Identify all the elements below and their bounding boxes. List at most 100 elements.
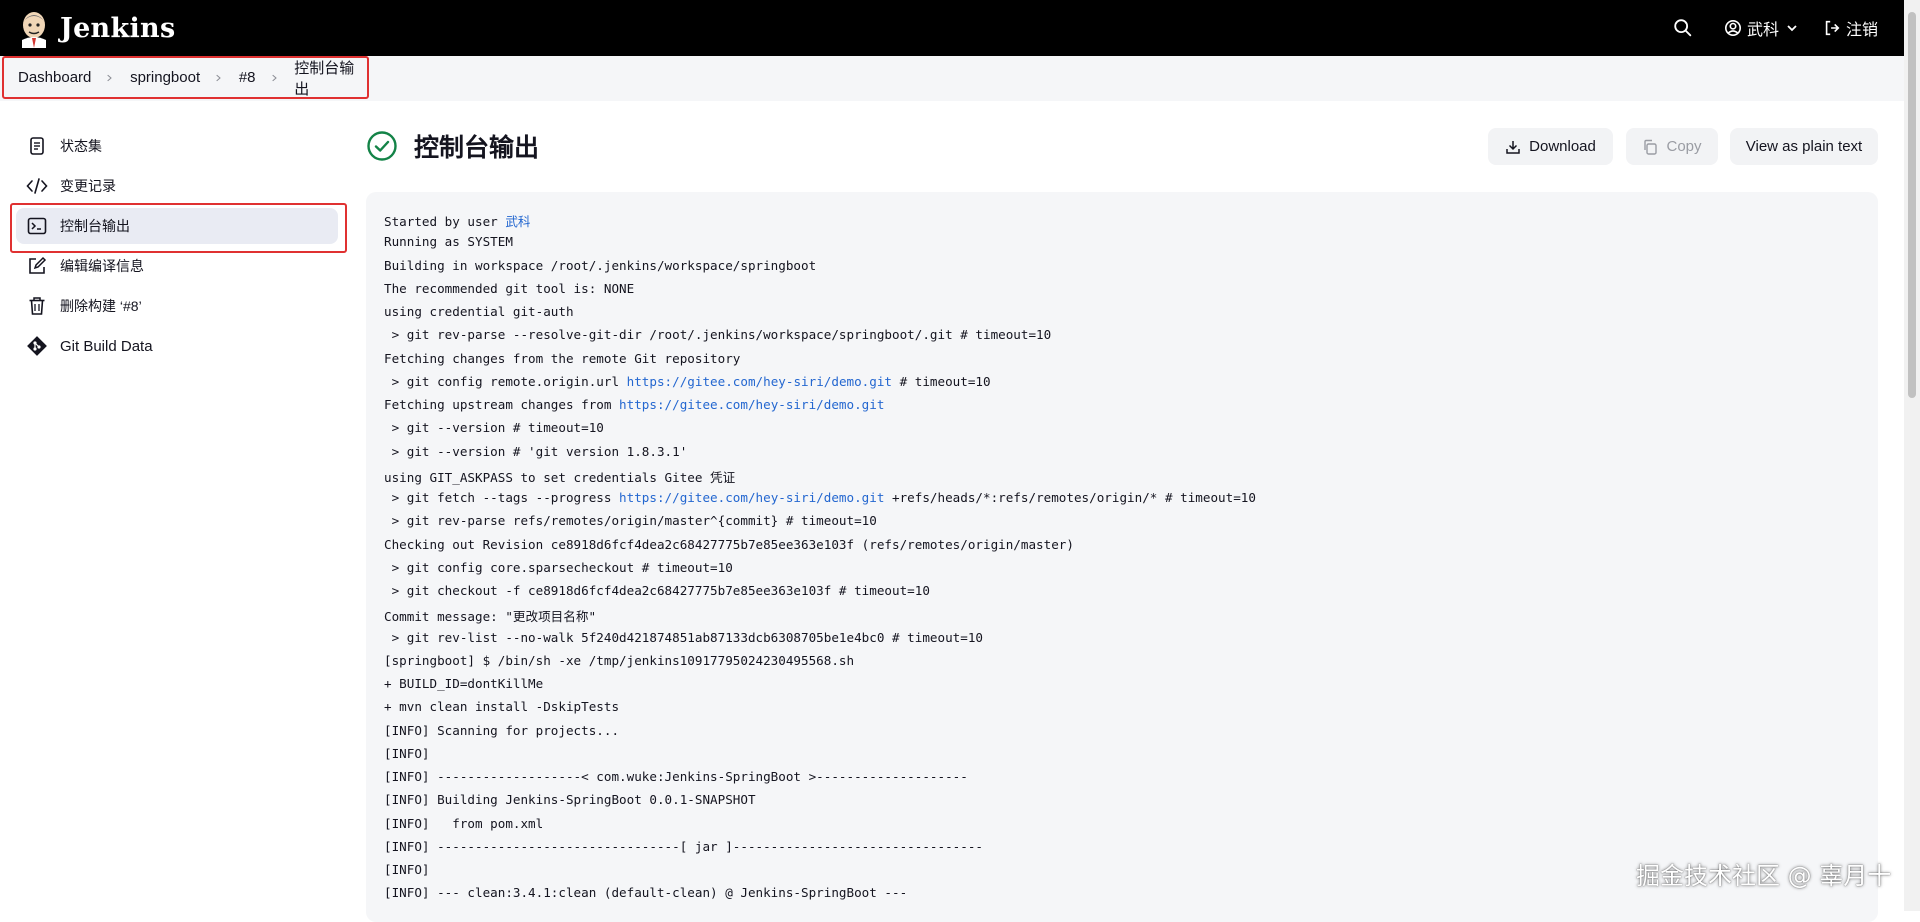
breadcrumb-bar: Dashboard springboot #8 控制台输出	[0, 56, 1904, 101]
copy-label: Copy	[1666, 138, 1702, 155]
console-text: + mvn clean install -DskipTests	[384, 699, 620, 715]
console-line: Checking out Revision ce8918d6fcf4dea2c6…	[384, 537, 1074, 552]
console-text: > git rev-parse --resolve-git-dir /root/…	[384, 327, 1052, 343]
download-icon	[1506, 140, 1520, 154]
console-link[interactable]: 武科	[505, 214, 530, 229]
user-icon	[1724, 19, 1741, 37]
edit-icon	[26, 255, 48, 277]
sidebar-item-delete-build[interactable]: 删除构建 ‘#8’	[16, 288, 338, 324]
logout-link[interactable]: 注销	[1823, 16, 1878, 40]
console-line: > git checkout -f ce8918d6fcf4dea2c68427…	[384, 583, 930, 598]
breadcrumb-build[interactable]: #8	[239, 69, 256, 86]
console-output-highlight	[10, 203, 347, 253]
console-text: [INFO]	[384, 862, 430, 877]
brand-name: Jenkins	[60, 12, 176, 44]
console-link[interactable]: https://gitee.com/hey-siri/demo.git	[627, 374, 892, 389]
console-text: [INFO] Building Jenkins-SpringBoot 0.0.1…	[384, 792, 756, 808]
download-label: Download	[1529, 138, 1596, 155]
page-title: 控制台输出	[414, 134, 540, 162]
trash-icon	[26, 295, 48, 317]
console-text: [springboot] $ /bin/sh -xe /tmp/jenkins1…	[384, 652, 855, 668]
console-text: The recommended git tool is: NONE	[384, 280, 635, 296]
top-header: Jenkins 武科 注销	[0, 0, 1904, 56]
console-line: using credential git-auth	[384, 304, 574, 319]
console-line: [INFO] -------------------< com.wuke:Jen…	[384, 769, 968, 784]
logout-label: 注销	[1845, 22, 1878, 39]
console-text: Commit message: "更改项目名称"	[384, 609, 597, 625]
console-text: Started by user	[384, 214, 506, 229]
console-text: using GIT_ASKPASS to set credentials Git…	[384, 469, 736, 485]
download-button[interactable]: Download	[1488, 128, 1613, 165]
sidebar-item-changes[interactable]: 变更记录	[16, 168, 338, 204]
breadcrumb-job[interactable]: springboot	[130, 69, 200, 86]
sidebar-item-label: 删除构建 ‘#8’	[60, 298, 142, 314]
sidebar-item-label: 状态集	[60, 138, 102, 154]
breadcrumb-current[interactable]: 控制台输出	[294, 57, 357, 99]
console-line: Commit message: "更改项目名称"	[384, 606, 596, 625]
console-line: [INFO] Building Jenkins-SpringBoot 0.0.1…	[384, 792, 756, 807]
console-text: [INFO] from pom.xml	[384, 815, 544, 831]
copy-icon	[1644, 139, 1658, 155]
brand-link[interactable]: Jenkins	[18, 8, 175, 48]
console-line: [INFO] --- clean:3.4.1:clean (default-cl…	[384, 885, 907, 900]
sidebar-item-label: Git Build Data	[60, 337, 153, 355]
console-line: Fetching upstream changes from https://g…	[384, 397, 884, 412]
chevron-right-icon	[271, 74, 277, 81]
logout-icon	[1825, 20, 1840, 36]
console-line: [INFO]	[384, 862, 430, 877]
chevron-right-icon	[107, 74, 113, 81]
console-line: > git config core.sparsecheckout # timeo…	[384, 560, 733, 575]
console-line: Fetching changes from the remote Git rep…	[384, 351, 740, 366]
console-text: [INFO] --- clean:3.4.1:clean (default-cl…	[384, 885, 908, 901]
jenkins-logo-icon	[22, 12, 46, 48]
console-line: using GIT_ASKPASS to set credentials Git…	[384, 467, 735, 486]
console-line: [INFO] Scanning for projects...	[384, 723, 619, 738]
breadcrumb-dashboard[interactable]: Dashboard	[18, 69, 91, 86]
breadcrumb: Dashboard springboot #8 控制台输出	[2, 56, 369, 99]
scrollbar-thumb[interactable]	[1908, 12, 1916, 398]
console-text: > git fetch --tags --progress	[384, 490, 620, 505]
search-icon[interactable]	[1672, 17, 1694, 39]
sidebar-item-edit-build-info[interactable]: 编辑编译信息	[16, 248, 338, 284]
console-text: > git config core.sparsecheckout # timeo…	[384, 559, 733, 575]
sidebar-item-git-build-data[interactable]: Git Build Data	[16, 328, 338, 364]
console-line: > git rev-list --no-walk 5f240d421874851…	[384, 630, 983, 645]
copy-button[interactable]: Copy	[1626, 128, 1718, 165]
console-text: > git --version # timeout=10	[384, 420, 604, 436]
console-text: > git rev-parse refs/remotes/origin/mast…	[384, 513, 877, 529]
sidebar-item-label: 变更记录	[60, 178, 116, 194]
page-header: 控制台输出	[366, 128, 539, 164]
console-line: [INFO] from pom.xml	[384, 816, 543, 831]
console-text: > git config remote.origin.url	[384, 373, 627, 389]
success-check-icon	[367, 131, 397, 161]
page-scrollbar[interactable]	[1904, 0, 1920, 911]
user-menu[interactable]: 武科	[1724, 16, 1799, 40]
console-text: > git checkout -f ce8918d6fcf4dea2c68427…	[384, 583, 930, 598]
console-text: # timeout=10	[892, 373, 991, 389]
console-text: using credential git-auth	[384, 304, 574, 319]
console-text: [INFO] --------------------------------[…	[384, 838, 983, 854]
console-line: Started by user 武科	[384, 211, 531, 230]
sidebar-item-status[interactable]: 状态集	[16, 128, 338, 164]
console-line: > git --version # 'git version 1.8.3.1'	[384, 444, 688, 459]
console-text: Checking out Revision ce8918d6fcf4dea2c6…	[384, 536, 1074, 552]
console-link[interactable]: https://gitee.com/hey-siri/demo.git	[619, 490, 884, 505]
console-line: > git fetch --tags --progress https://gi…	[384, 490, 1256, 505]
notepad-icon	[26, 135, 48, 157]
chevron-down-icon	[1787, 25, 1797, 32]
console-text: + BUILD_ID=dontKillMe	[384, 676, 544, 691]
console-text: [INFO] -------------------< com.wuke:Jen…	[384, 769, 968, 784]
console-text: [INFO]	[384, 745, 430, 761]
git-icon	[26, 335, 48, 357]
view-plain-text-button[interactable]: View as plain text	[1730, 128, 1878, 165]
code-icon	[26, 175, 48, 197]
console-line: Running as SYSTEM	[384, 234, 513, 249]
console-line: [INFO] --------------------------------[…	[384, 839, 983, 854]
console-line: [springboot] $ /bin/sh -xe /tmp/jenkins1…	[384, 653, 854, 668]
console-text: > git rev-list --no-walk 5f240d421874851…	[384, 629, 983, 645]
sidebar-item-label: 编辑编译信息	[60, 258, 144, 274]
console-text: +refs/heads/*:refs/remotes/origin/* # ti…	[884, 490, 1256, 505]
console-line: [INFO]	[384, 746, 430, 761]
console-link[interactable]: https://gitee.com/hey-siri/demo.git	[619, 397, 884, 412]
console-line: > git rev-parse refs/remotes/origin/mast…	[384, 513, 877, 528]
